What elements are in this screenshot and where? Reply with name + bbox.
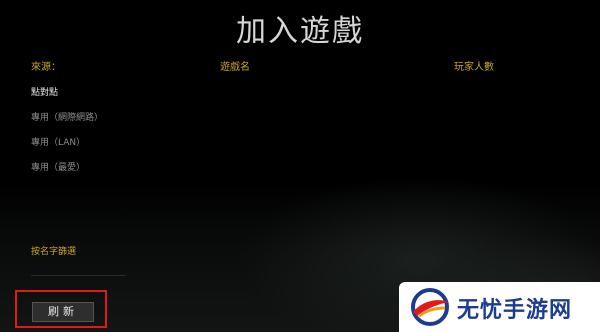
source-item-dedicated-lan[interactable]: 專用（LAN）: [31, 135, 85, 148]
source-item-dedicated-internet[interactable]: 專用（網際網路）: [31, 110, 103, 123]
filter-by-name-option[interactable]: 按名字篩選: [31, 244, 76, 257]
divider: [31, 275, 126, 276]
source-item-dedicated-favorites[interactable]: 專用（最愛）: [31, 160, 85, 173]
refresh-button[interactable]: 刷新: [32, 302, 94, 322]
watermark-badge: 无忧手游网: [399, 282, 600, 332]
column-header-game-name[interactable]: 遊戲名: [220, 58, 250, 73]
column-header-source: 來源：: [31, 62, 61, 73]
column-header-players[interactable]: 玩家人數: [454, 58, 494, 73]
source-item-peer-to-peer[interactable]: 點對點: [31, 85, 58, 98]
page-title: 加入遊戲: [236, 14, 364, 49]
swoosh-logo-icon: [411, 288, 449, 326]
watermark-text: 无忧手游网: [457, 298, 573, 323]
